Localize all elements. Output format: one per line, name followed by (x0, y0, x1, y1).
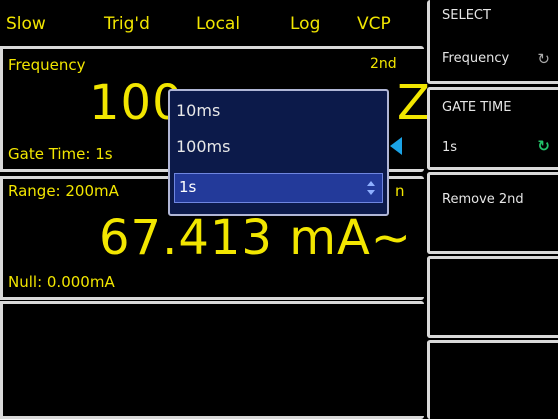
status-bar: Slow Trig'd Local Log VCP (0, 0, 424, 44)
rotary-knob-active-icon: ↻ (537, 137, 550, 155)
second-function-badge: 2nd (370, 56, 397, 72)
dropdown-option-10ms[interactable]: 10ms (176, 101, 220, 120)
dropdown-pointer-icon (390, 137, 402, 155)
status-local: Local (196, 14, 241, 34)
current-badge-tail: n (395, 182, 405, 200)
current-value: 67.413 mA~ (99, 210, 413, 266)
multimeter-screen: Slow Trig'd Local Log VCP Frequency 2nd … (0, 0, 558, 419)
dropdown-option-1s: 1s (179, 178, 197, 196)
frequency-unit-tail: Z (397, 75, 431, 131)
softkey-empty-1[interactable] (427, 256, 558, 338)
select-title: SELECT (442, 8, 491, 23)
gate-time-dropdown[interactable]: 10ms 100ms 1s (168, 89, 389, 216)
null-readout: Null: 0.000mA (8, 273, 115, 291)
dropdown-selected-row[interactable]: 1s (174, 173, 383, 203)
remove-2nd-label: Remove 2nd (442, 192, 524, 207)
status-slow: Slow (6, 14, 46, 34)
status-trigd: Trig'd (104, 14, 150, 34)
dropdown-option-100ms[interactable]: 100ms (176, 137, 230, 156)
gate-time-title: GATE TIME (442, 100, 512, 115)
softkey-select[interactable]: SELECT Frequency ↻ (427, 0, 558, 84)
empty-panel (0, 301, 424, 419)
status-log: Log (290, 14, 321, 34)
scroll-arrows-icon (367, 181, 375, 195)
status-vcp: VCP (357, 14, 391, 34)
select-value: Frequency (442, 51, 510, 66)
rotary-knob-icon: ↻ (537, 50, 550, 68)
range-label: Range: 200mA (8, 182, 119, 200)
gate-time-value: 1s (442, 140, 458, 155)
softkey-empty-2[interactable] (427, 340, 558, 419)
frequency-label: Frequency (8, 56, 86, 74)
gate-time-readout: Gate Time: 1s (8, 145, 113, 163)
softkey-gate-time[interactable]: GATE TIME 1s ↻ (427, 87, 558, 170)
softkey-remove-2nd[interactable]: Remove 2nd (427, 172, 558, 254)
